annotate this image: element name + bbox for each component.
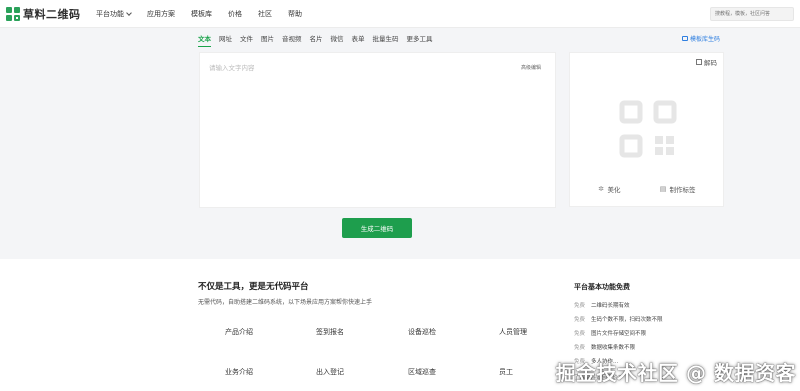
advanced-edit-button[interactable]: 高级编辑 <box>521 64 541 71</box>
tab-wechat[interactable]: 微信 <box>331 33 344 43</box>
tab-file[interactable]: 文件 <box>240 33 253 43</box>
list-item: 免费 二维码长期有效 <box>574 303 630 309</box>
category-checkin[interactable]: 签到报名 <box>316 327 344 337</box>
list-item: 免费 图片文件存储空间不限 <box>574 331 647 337</box>
tab-url[interactable]: 网址 <box>219 33 232 43</box>
category-personnel[interactable]: 人员管理 <box>499 327 527 337</box>
tab-business-card[interactable]: 名片 <box>310 33 323 43</box>
tab-image[interactable]: 图片 <box>261 33 274 43</box>
tab-batch[interactable]: 批量生码 <box>373 33 399 43</box>
generate-qr-button[interactable]: 生成二维码 <box>342 218 412 238</box>
main-nav: 平台功能 应用方案 模板库 价格 社区 帮助 <box>96 0 318 28</box>
label-icon: ▤ <box>659 184 667 193</box>
text-content-input[interactable] <box>200 53 555 207</box>
tab-audio-video[interactable]: 音视频 <box>282 33 302 43</box>
beautify-button[interactable]: ✲ 美化 <box>598 184 620 194</box>
template-icon <box>681 36 688 41</box>
category-business-intro[interactable]: 业务介绍 <box>225 367 253 377</box>
category-employee[interactable]: 员工 <box>499 367 513 377</box>
brand-logo[interactable]: 草料二维码 <box>6 6 81 22</box>
scan-icon <box>696 59 702 65</box>
text-editor-panel: 高级编辑 <box>199 52 556 208</box>
top-navbar: 草料二维码 平台功能 应用方案 模板库 价格 社区 帮助 <box>0 0 800 28</box>
nav-item-help[interactable]: 帮助 <box>288 9 302 19</box>
qr-placeholder-icon <box>619 100 677 158</box>
decode-button[interactable]: 解码 <box>696 57 717 67</box>
site-watermark: 掘金技术社区 @ 数据资客 <box>555 361 796 385</box>
nav-item-pricing[interactable]: 价格 <box>228 9 242 19</box>
section-subtitle: 无需代码，自助搭建二维码系统，以下场景应用方案帮你快速上手 <box>198 299 373 306</box>
list-item: 免费 生码个数不限，扫码次数不限 <box>574 317 663 323</box>
brand-name: 草料二维码 <box>23 8 81 21</box>
nav-item-templates[interactable]: 模板库 <box>191 9 212 19</box>
qr-logo-icon <box>6 7 20 21</box>
tab-text[interactable]: 文本 <box>198 33 211 47</box>
category-area-patrol[interactable]: 区域巡查 <box>408 367 436 377</box>
category-entry-register[interactable]: 出入登记 <box>316 367 344 377</box>
make-label-button[interactable]: ▤ 制作标签 <box>660 184 696 194</box>
search-input[interactable] <box>710 7 794 21</box>
category-product-intro[interactable]: 产品介绍 <box>225 327 253 337</box>
category-device-inspection[interactable]: 设备巡检 <box>408 327 436 337</box>
preview-actions: ✲ 美化 ▤ 制作标签 <box>570 184 723 194</box>
template-generate-link[interactable]: 模板库生码 <box>681 34 720 43</box>
nav-item-solutions[interactable]: 应用方案 <box>147 9 175 19</box>
sparkle-icon: ✲ <box>598 184 604 193</box>
features-title: 平台基本功能免费 <box>574 283 630 291</box>
section-title: 不仅是工具，更是无代码平台 <box>198 282 309 292</box>
qr-preview-panel: 解码 ✲ 美化 ▤ 制作标签 <box>569 52 724 207</box>
content-type-tabs: 文本 网址 文件 图片 音视频 名片 微信 表单 批量生码 更多工具 <box>198 31 441 47</box>
nav-item-platform-features[interactable]: 平台功能 <box>96 9 132 19</box>
tab-more-tools[interactable]: 更多工具 <box>407 33 433 43</box>
chevron-down-icon <box>126 10 132 16</box>
tab-form[interactable]: 表单 <box>352 33 365 43</box>
nav-item-community[interactable]: 社区 <box>258 9 272 19</box>
list-item: 免费 数据收集条数不限 <box>574 345 636 351</box>
